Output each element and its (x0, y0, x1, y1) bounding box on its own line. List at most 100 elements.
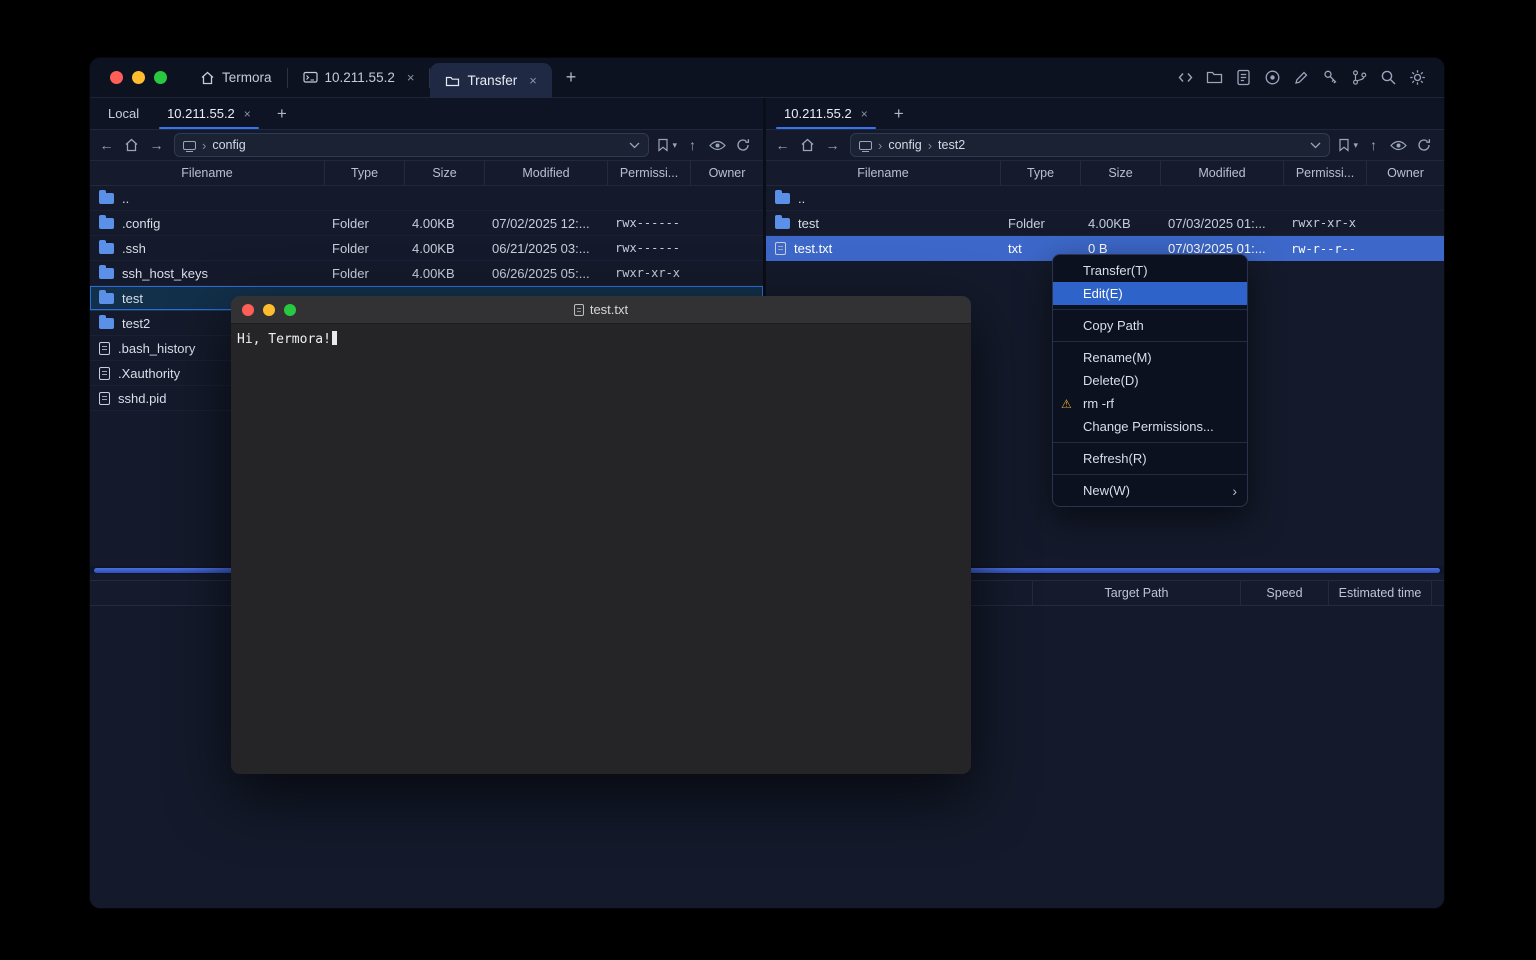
table-row[interactable]: test Folder 4.00KB 07/03/2025 01:... rwx… (766, 211, 1444, 236)
close-icon[interactable]: × (244, 107, 251, 121)
terminal-icon (303, 71, 318, 84)
tab-transfer-label: Transfer (467, 73, 517, 88)
forward-icon[interactable]: → (144, 133, 169, 157)
bookmark-button[interactable]: ▾ (1335, 138, 1361, 152)
table-row[interactable]: .ssh Folder 4.00KB 06/21/2025 03:... rwx… (90, 236, 763, 261)
menu-item-delete[interactable]: Delete(D) (1053, 369, 1247, 392)
folder-icon[interactable] (1205, 69, 1223, 87)
column-header-modified[interactable]: Modified (1160, 161, 1283, 185)
tab-transfer[interactable]: Transfer × (430, 63, 551, 98)
show-hidden-eye-icon[interactable] (1386, 133, 1411, 157)
tab-host-label: 10.211.55.2 (325, 70, 395, 85)
close-icon[interactable]: × (861, 107, 868, 121)
caret-down-icon: ▾ (1353, 140, 1358, 151)
zoom-window-button[interactable] (154, 71, 167, 84)
text-cursor (332, 331, 337, 345)
menu-item-change-permissions[interactable]: Change Permissions... (1053, 415, 1247, 438)
chevron-down-icon[interactable] (1310, 142, 1321, 149)
folder-icon (775, 193, 790, 204)
chevron-down-icon[interactable] (629, 142, 640, 149)
right-table-header: Filename Type Size Modified Permissi... … (766, 160, 1444, 186)
editor-close-button[interactable] (242, 304, 254, 316)
bookmark-button[interactable]: ▾ (654, 138, 680, 152)
minimize-window-button[interactable] (132, 71, 145, 84)
path-segment[interactable]: config (888, 138, 921, 152)
file-icon (775, 242, 786, 255)
editor-content[interactable]: Hi, Termora! (231, 324, 971, 774)
back-icon[interactable]: ← (94, 133, 119, 157)
editor-titlebar[interactable]: test.txt (231, 296, 971, 324)
file-name: test.txt (794, 241, 832, 256)
menu-item-refresh[interactable]: Refresh(R) (1053, 447, 1247, 470)
menu-item-rm-rf[interactable]: ⚠ rm -rf (1053, 392, 1247, 415)
editor-title: test.txt (231, 302, 971, 317)
left-new-tab-button[interactable]: + (265, 104, 299, 124)
table-row[interactable]: .config Folder 4.00KB 07/02/2025 12:... … (90, 211, 763, 236)
tab-termora[interactable]: Termora (185, 58, 287, 98)
home-icon[interactable] (795, 133, 820, 157)
left-pane-tabbar: Local 10.211.55.2 × + (90, 98, 763, 130)
search-icon[interactable] (1379, 69, 1397, 87)
column-header-permissions[interactable]: Permissi... (607, 161, 690, 185)
table-row[interactable]: .. (766, 186, 1444, 211)
computer-icon (859, 141, 872, 150)
close-window-button[interactable] (110, 71, 123, 84)
close-icon[interactable]: × (529, 73, 537, 88)
code-icon[interactable] (1176, 69, 1194, 87)
table-row[interactable]: .. (90, 186, 763, 211)
column-header-filename[interactable]: Filename (766, 161, 1000, 185)
path-separator: › (202, 138, 206, 153)
left-path-field[interactable]: › config (174, 133, 649, 157)
path-segment[interactable]: test2 (938, 138, 965, 152)
column-header-speed[interactable]: Speed (1240, 581, 1328, 605)
left-tab-local[interactable]: Local (94, 98, 153, 129)
menu-item-new[interactable]: New(W) › (1053, 479, 1247, 502)
branch-icon[interactable] (1350, 69, 1368, 87)
path-separator: › (878, 138, 882, 153)
folder-icon (99, 293, 114, 304)
column-header-estimated-time[interactable]: Estimated time (1328, 581, 1431, 605)
column-header-permissions[interactable]: Permissi... (1283, 161, 1366, 185)
left-tab-host[interactable]: 10.211.55.2 × (153, 98, 265, 129)
column-header-filename[interactable]: Filename (90, 161, 324, 185)
right-path-field[interactable]: › config › test2 (850, 133, 1330, 157)
column-header-size[interactable]: Size (1080, 161, 1160, 185)
column-header-modified[interactable]: Modified (484, 161, 607, 185)
back-icon[interactable]: ← (770, 133, 795, 157)
column-header-owner[interactable]: Owner (1366, 161, 1444, 185)
tab-host-10-211-55-2[interactable]: 10.211.55.2 × (288, 58, 430, 98)
edit-icon[interactable] (1292, 69, 1310, 87)
file-name: .config (122, 216, 160, 231)
key-icon[interactable] (1321, 69, 1339, 87)
right-new-tab-button[interactable]: + (882, 104, 916, 124)
editor-minimize-button[interactable] (263, 304, 275, 316)
column-header-size[interactable]: Size (404, 161, 484, 185)
file-icon (99, 367, 110, 380)
editor-zoom-button[interactable] (284, 304, 296, 316)
settings-icon[interactable] (1408, 69, 1426, 87)
menu-item-rename[interactable]: Rename(M) (1053, 346, 1247, 369)
menu-item-edit[interactable]: Edit(E) (1053, 282, 1247, 305)
show-hidden-eye-icon[interactable] (705, 133, 730, 157)
record-icon[interactable] (1263, 69, 1281, 87)
file-name: test (798, 216, 819, 231)
home-icon[interactable] (119, 133, 144, 157)
parent-directory-icon[interactable]: ↑ (680, 133, 705, 157)
close-icon[interactable]: × (407, 70, 415, 85)
column-header-target-path[interactable]: Target Path (1032, 581, 1240, 605)
right-tab-host[interactable]: 10.211.55.2 × (770, 98, 882, 129)
path-segment[interactable]: config (212, 138, 245, 152)
column-header-owner[interactable]: Owner (690, 161, 763, 185)
column-header-type[interactable]: Type (1000, 161, 1080, 185)
report-icon[interactable] (1234, 69, 1252, 87)
menu-item-transfer[interactable]: Transfer(T) (1053, 259, 1247, 282)
parent-directory-icon[interactable]: ↑ (1361, 133, 1386, 157)
menu-item-copy-path[interactable]: Copy Path (1053, 314, 1247, 337)
table-row[interactable]: ssh_host_keys Folder 4.00KB 06/26/2025 0… (90, 261, 763, 286)
refresh-icon[interactable] (730, 133, 755, 157)
new-tab-button[interactable]: + (552, 58, 591, 98)
file-icon (99, 392, 110, 405)
refresh-icon[interactable] (1411, 133, 1436, 157)
forward-icon[interactable]: → (820, 133, 845, 157)
column-header-type[interactable]: Type (324, 161, 404, 185)
